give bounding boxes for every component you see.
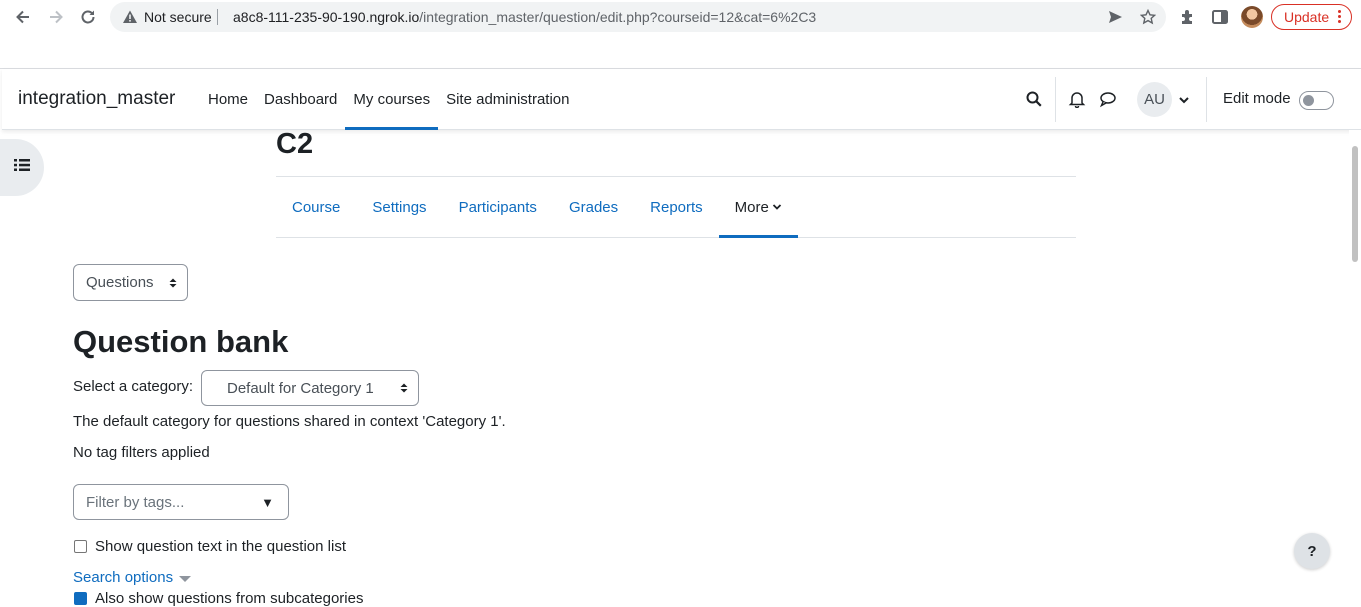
update-label: Update <box>1284 9 1330 25</box>
caret-down-icon <box>179 575 192 582</box>
course-index-toggle[interactable] <box>0 139 44 196</box>
user-avatar[interactable]: AU <box>1137 82 1172 117</box>
extensions-icon[interactable] <box>1179 8 1197 26</box>
select-arrows-icon <box>169 278 177 287</box>
secondary-navigation: Course Settings Participants Grades Repo… <box>276 176 1076 238</box>
show-question-text-row: Show question text in the question list <box>73 538 346 555</box>
scrollbar-thumb[interactable] <box>1352 146 1358 262</box>
help-button[interactable]: ? <box>1294 533 1330 569</box>
search-icon[interactable] <box>1025 90 1043 108</box>
dropdown-triangle-icon[interactable]: ▼ <box>261 495 274 510</box>
omnibox-divider <box>217 9 218 25</box>
show-question-text-label[interactable]: Show question text in the question list <box>95 538 346 555</box>
show-question-text-checkbox[interactable] <box>74 540 87 553</box>
select-arrows-icon <box>400 383 408 393</box>
tab-grades[interactable]: Grades <box>553 177 634 237</box>
messages-icon[interactable] <box>1099 90 1117 108</box>
page-select[interactable]: Questions <box>73 264 188 301</box>
category-label: Select a category: <box>73 378 194 395</box>
tab-participants[interactable]: Participants <box>443 177 553 237</box>
page-scrollbar[interactable] <box>1349 130 1361 599</box>
address-bar[interactable]: Not secure a8c8-111-235-90-190.ngrok.io/… <box>110 2 1166 32</box>
navbar-divider <box>1055 77 1056 122</box>
reload-icon[interactable] <box>77 6 99 28</box>
navbar-divider <box>1206 77 1207 122</box>
site-navbar: integration_master Home Dashboard My cou… <box>2 69 1361 130</box>
url-host: a8c8-111-235-90-190.ngrok.io <box>233 9 420 25</box>
course-title: C2 <box>276 128 314 160</box>
back-icon[interactable] <box>12 6 34 28</box>
tab-course[interactable]: Course <box>276 177 356 237</box>
list-icon <box>13 157 31 178</box>
nav-item-home[interactable]: Home <box>200 69 256 130</box>
menu-dots-icon <box>1338 8 1342 25</box>
tab-more[interactable]: More <box>718 177 799 238</box>
profile-avatar-icon[interactable] <box>1241 6 1263 28</box>
primary-navigation: Home Dashboard My courses Site administr… <box>200 69 578 130</box>
notifications-bell-icon[interactable] <box>1068 90 1086 109</box>
nav-item-dashboard[interactable]: Dashboard <box>256 69 345 130</box>
bookmark-star-icon[interactable] <box>1139 8 1157 25</box>
search-options-label: Search options <box>73 569 174 586</box>
page-title: Question bank <box>73 324 289 359</box>
tag-filter-placeholder: Filter by tags... <box>86 494 185 511</box>
category-select-value: Default for Category 1 <box>227 379 374 397</box>
tag-filter-status: No tag filters applied <box>73 444 210 461</box>
url-text[interactable]: a8c8-111-235-90-190.ngrok.io/integration… <box>233 9 816 25</box>
send-icon[interactable] <box>1107 9 1123 25</box>
category-description: The default category for questions share… <box>73 413 506 430</box>
browser-toolbar: Not secure a8c8-111-235-90-190.ngrok.io/… <box>0 0 1361 34</box>
side-panel-icon[interactable] <box>1211 8 1229 26</box>
nav-item-site-administration[interactable]: Site administration <box>438 69 577 130</box>
tab-more-label: More <box>734 198 769 216</box>
bookmarks-bar <box>0 34 1361 69</box>
tab-reports[interactable]: Reports <box>634 177 719 237</box>
nav-item-my-courses[interactable]: My courses <box>345 69 438 130</box>
security-label: Not secure <box>144 9 212 25</box>
chevron-down-icon[interactable] <box>1178 93 1190 105</box>
warning-icon <box>122 9 138 25</box>
url-path: /integration_master/question/edit.php?co… <box>419 9 817 25</box>
search-options-link[interactable]: Search options <box>73 569 192 586</box>
toggle-knob <box>1303 95 1314 106</box>
site-brand[interactable]: integration_master <box>18 88 175 110</box>
edit-mode-label: Edit mode <box>1223 90 1291 107</box>
tag-filter-input[interactable]: Filter by tags... ▼ <box>73 484 289 520</box>
chevron-down-icon <box>772 204 781 210</box>
category-select[interactable]: Default for Category 1 <box>201 370 419 406</box>
forward-icon[interactable] <box>45 6 67 28</box>
update-button[interactable]: Update <box>1271 4 1352 30</box>
edit-mode-toggle[interactable] <box>1299 91 1334 110</box>
tab-settings[interactable]: Settings <box>356 177 442 237</box>
page-select-value: Questions <box>86 274 154 291</box>
